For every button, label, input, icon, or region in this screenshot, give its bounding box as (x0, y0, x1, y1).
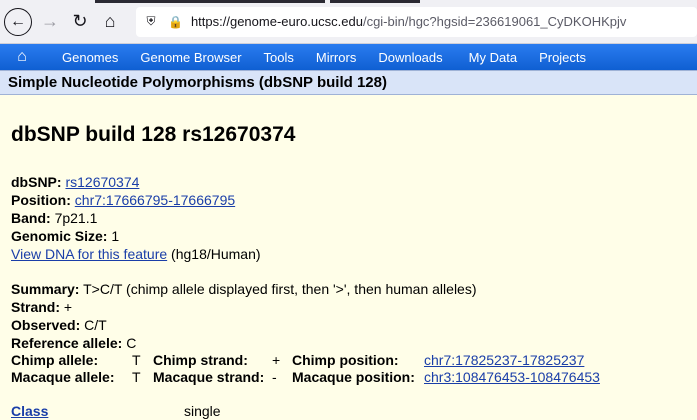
class-value: single (184, 403, 221, 419)
address-bar[interactable]: ⛨ 🔒 https://genome-euro.ucsc.edu/cgi-bin… (136, 6, 697, 37)
back-arrow-icon[interactable]: ← (4, 7, 32, 36)
dbsnp-row: dbSNP: rs12670374 (11, 174, 140, 190)
summary-row: Summary: T>C/T (chimp allele displayed f… (11, 281, 477, 297)
dbsnp-link[interactable]: rs12670374 (65, 174, 139, 190)
strand-row: Strand: + (11, 299, 73, 315)
nav-item-genome-browser[interactable]: Genome Browser (136, 50, 259, 65)
nav-item-tools[interactable]: Tools (260, 50, 312, 65)
observed-row: Observed: C/T (11, 317, 107, 333)
class-row: Class single (11, 403, 686, 419)
tab-indicator (330, 0, 420, 3)
lock-icon[interactable]: 🔒 (168, 15, 183, 29)
macaque-position-link[interactable]: chr3:108476453-108476453 (424, 369, 600, 385)
nav-item-downloads[interactable]: Downloads (374, 50, 460, 65)
browser-toolbar: ← → ↻ ⌂ ⛨ 🔒 https://genome-euro.ucsc.edu… (0, 0, 697, 44)
position-row: Position: chr7:17666795-17666795 (11, 192, 236, 208)
section-title: Simple Nucleotide Polymorphisms (dbSNP b… (0, 70, 697, 95)
chimp-position-link[interactable]: chr7:17825237-17825237 (424, 352, 584, 368)
shield-icon[interactable]: ⛨ (144, 14, 158, 29)
tab-indicator (95, 0, 325, 3)
position-link[interactable]: chr7:17666795-17666795 (75, 192, 235, 208)
nav-item-genomes[interactable]: Genomes (44, 50, 136, 65)
home-icon[interactable]: ⌂ (98, 10, 122, 34)
view-dna-link[interactable]: View DNA for this feature (11, 246, 167, 262)
nav-item-my-data[interactable]: My Data (461, 50, 535, 65)
url-text[interactable]: https://genome-euro.ucsc.edu/cgi-bin/hgc… (191, 14, 626, 29)
ortholog-table: Chimp allele: T Chimp strand: + Chimp po… (11, 352, 600, 386)
home-icon[interactable]: ⌂ (0, 48, 44, 66)
genomic-size-row: Genomic Size: 1 (11, 228, 120, 244)
nav-item-mirrors[interactable]: Mirrors (312, 50, 374, 65)
ucsc-nav-bar: ⌂ Genomes Genome Browser Tools Mirrors D… (0, 44, 697, 70)
band-row: Band: 7p21.1 (11, 210, 98, 226)
class-link[interactable]: Class (11, 403, 48, 419)
page-title: dbSNP build 128 rs12670374 (11, 123, 296, 146)
view-dna-row: View DNA for this feature (hg18/Human) (11, 246, 261, 262)
macaque-row: Macaque allele: T Macaque strand: - Maca… (11, 369, 600, 385)
reference-allele-row: Reference allele: C (11, 335, 137, 351)
main-content: dbSNP build 128 rs12670374 dbSNP: rs1267… (0, 123, 697, 419)
reload-icon[interactable]: ↻ (68, 10, 92, 34)
chimp-row: Chimp allele: T Chimp strand: + Chimp po… (11, 352, 585, 368)
nav-item-projects[interactable]: Projects (535, 50, 604, 65)
forward-arrow-icon[interactable]: → (38, 10, 62, 34)
